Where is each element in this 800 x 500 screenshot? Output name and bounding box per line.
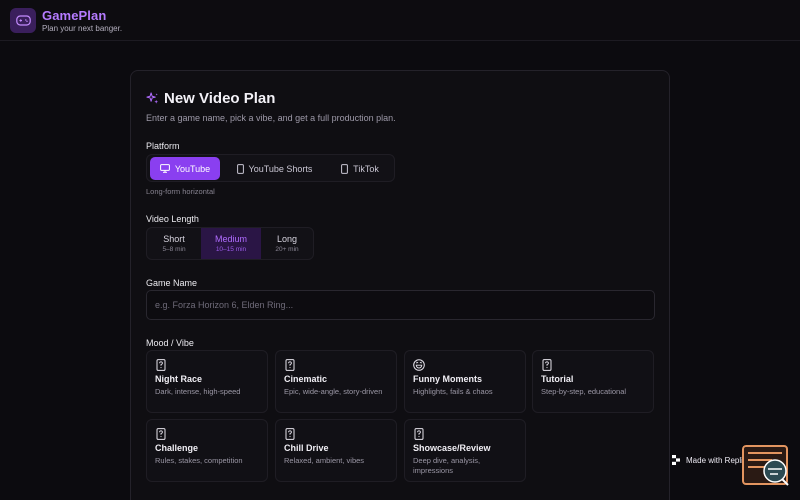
mood-title: Showcase/Review [413, 443, 491, 453]
platform-option-tiktok[interactable]: TikTok [330, 157, 390, 180]
app-logo[interactable] [10, 8, 36, 33]
mood-title: Cinematic [284, 374, 328, 384]
mood-description: Highlights, fails & chaos [413, 387, 493, 396]
length-option-duration: 20+ min [275, 246, 299, 253]
length-option-long[interactable]: Long 20+ min [261, 228, 313, 259]
card-icon [285, 359, 295, 371]
mood-description: Step-by-step, educational [541, 387, 627, 396]
platform-option-youtube[interactable]: YouTube [150, 157, 220, 180]
platform-selector: YouTube YouTube Shorts TikTok [146, 154, 395, 182]
mood-title: Tutorial [541, 374, 574, 384]
length-option-medium[interactable]: Medium 10–15 min [201, 228, 261, 259]
length-option-duration: 10–15 min [215, 246, 247, 253]
mood-title: Night Race [155, 374, 203, 384]
mood-description: Epic, wide-angle, story-driven [284, 387, 383, 396]
length-option-short[interactable]: Short 5–8 min [147, 228, 201, 259]
assistant-widget-icon[interactable] [742, 445, 790, 487]
laugh-icon [413, 359, 425, 371]
top-bar: GamePlan Plan your next banger. [0, 0, 800, 41]
platform-label: Platform [146, 141, 180, 151]
length-option-label: Short [163, 234, 185, 244]
mood-label: Mood / Vibe [146, 338, 194, 348]
mood-option-cinematic[interactable]: Cinematic Epic, wide-angle, story-driven [275, 350, 397, 413]
badge-label: Made with Replit [686, 455, 746, 465]
card-icon [156, 359, 166, 371]
video-length-selector: Short 5–8 min Medium 10–15 min Long 20+ … [146, 227, 314, 260]
length-option-label: Medium [214, 234, 247, 244]
card-icon [285, 428, 295, 440]
gamepad-icon [15, 15, 31, 26]
card-icon [414, 428, 424, 440]
card-icon [156, 428, 166, 440]
monitor-icon [159, 164, 170, 173]
phone-icon [236, 163, 244, 174]
made-with-replit-badge[interactable]: Made with Replit [672, 450, 750, 470]
phone-icon [341, 163, 349, 174]
page-title: New Video Plan [164, 89, 276, 107]
mood-option-challenge[interactable]: Challenge Rules, stakes, competition [146, 419, 268, 482]
replit-icon [672, 455, 680, 465]
mood-description: Rules, stakes, competition [155, 456, 243, 465]
platform-option-label: YouTube Shorts [248, 163, 313, 174]
mood-option-funny-moments[interactable]: Funny Moments Highlights, fails & chaos [404, 350, 526, 413]
mood-option-chill-drive[interactable]: Chill Drive Relaxed, ambient, vibes [275, 419, 397, 482]
mood-option-night-race[interactable]: Night Race Dark, intense, high-speed [146, 350, 268, 413]
length-option-label: Long [276, 234, 298, 244]
page-subtitle: Enter a game name, pick a vibe, and get … [146, 113, 396, 123]
mood-title: Challenge [155, 443, 199, 453]
platform-option-youtube-shorts[interactable]: YouTube Shorts [227, 157, 322, 180]
video-length-label: Video Length [146, 214, 199, 224]
card-header: New Video Plan [146, 89, 275, 107]
mood-option-showcase-review[interactable]: Showcase/Review Deep dive, analysis, imp… [404, 419, 526, 482]
platform-hint: Long-form horizontal [146, 187, 215, 196]
app-tagline: Plan your next banger. [42, 24, 123, 33]
app-name: GamePlan [42, 8, 107, 23]
length-option-duration: 5–8 min [162, 246, 186, 253]
mood-description: Deep dive, analysis, impressions [413, 456, 481, 475]
game-name-label: Game Name [146, 278, 198, 288]
sparkles-icon [146, 91, 159, 104]
platform-option-label: TikTok [353, 163, 379, 174]
mood-title: Chill Drive [284, 443, 329, 453]
new-video-plan-card: New Video Plan Enter a game name, pick a… [130, 70, 670, 500]
mood-option-tutorial[interactable]: Tutorial Step-by-step, educational [532, 350, 654, 413]
mood-title: Funny Moments [413, 374, 482, 384]
game-name-input[interactable] [146, 290, 655, 320]
mood-description: Dark, intense, high-speed [155, 387, 241, 396]
mood-description: Relaxed, ambient, vibes [284, 456, 365, 465]
platform-option-label: YouTube [174, 163, 211, 174]
card-icon [542, 359, 552, 371]
